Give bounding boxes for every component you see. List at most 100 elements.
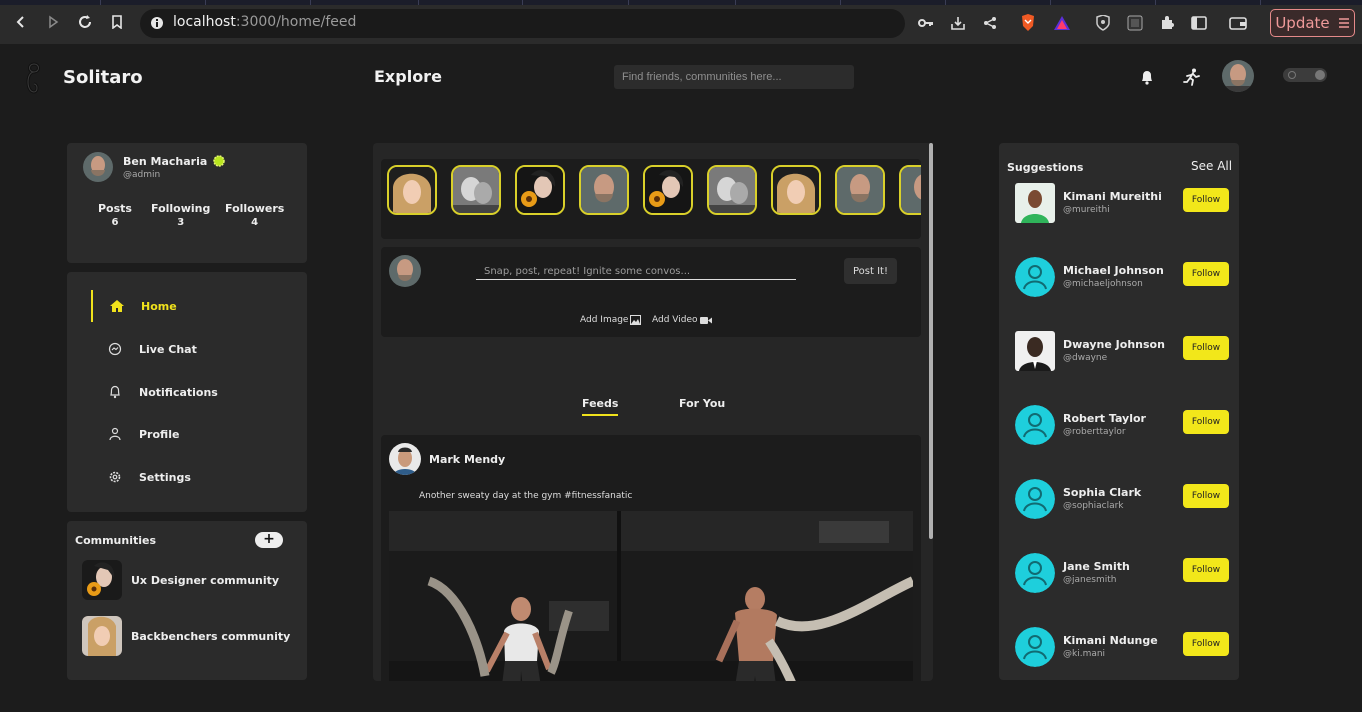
follow-button[interactable]: Follow bbox=[1183, 262, 1229, 286]
search-input[interactable] bbox=[614, 65, 854, 89]
extensions-icon[interactable] bbox=[1158, 14, 1176, 32]
story-item[interactable] bbox=[771, 165, 821, 215]
post-button[interactable]: Post It! bbox=[844, 258, 897, 284]
story-item[interactable] bbox=[451, 165, 501, 215]
default-avatar-icon[interactable] bbox=[1015, 479, 1055, 519]
suggestion-avatar[interactable] bbox=[1015, 331, 1055, 371]
story-item[interactable] bbox=[899, 165, 921, 215]
sidebar-item-profile[interactable]: Profile bbox=[91, 418, 291, 450]
reload-icon[interactable] bbox=[75, 12, 95, 32]
story-item[interactable] bbox=[643, 165, 693, 215]
forward-icon[interactable] bbox=[43, 12, 63, 32]
suggestion-name[interactable]: Jane Smith bbox=[1063, 560, 1130, 573]
composer-avatar bbox=[389, 255, 421, 287]
story-item[interactable] bbox=[835, 165, 885, 215]
logo-icon[interactable] bbox=[24, 62, 44, 94]
bell-icon bbox=[103, 385, 127, 399]
follow-button[interactable]: Follow bbox=[1183, 410, 1229, 434]
bookmark-icon[interactable] bbox=[107, 12, 127, 32]
see-all-link[interactable]: See All bbox=[1191, 159, 1232, 173]
tab-strip bbox=[0, 0, 1362, 5]
share-icon[interactable] bbox=[981, 14, 999, 32]
profile-name[interactable]: Ben Macharia bbox=[123, 155, 207, 168]
suggestion-name[interactable]: Kimani Mureithi bbox=[1063, 190, 1162, 203]
suggestion-item: Dwayne Johnson @dwayne Follow bbox=[1015, 331, 1229, 373]
toggle-off-indicator bbox=[1288, 71, 1296, 79]
post-author-avatar[interactable] bbox=[389, 443, 421, 475]
suggestion-item: Kimani Mureithi @mureithi Follow bbox=[1015, 183, 1229, 225]
sidebar-item-notifications[interactable]: Notifications bbox=[91, 376, 291, 408]
add-image-button[interactable]: Add Image bbox=[580, 315, 642, 325]
sidebar-toggle-icon[interactable] bbox=[1190, 14, 1208, 32]
tab-for-you[interactable]: For You bbox=[679, 397, 725, 410]
suggestion-item: Jane Smith @janesmith Follow bbox=[1015, 553, 1229, 595]
post-input[interactable] bbox=[476, 264, 796, 280]
default-avatar-icon[interactable] bbox=[1015, 405, 1055, 445]
community-item[interactable]: Backbenchers community bbox=[82, 616, 290, 656]
key-icon[interactable] bbox=[917, 14, 935, 32]
suggestion-name[interactable]: Dwayne Johnson bbox=[1063, 338, 1165, 351]
suggestion-handle: @dwayne bbox=[1063, 353, 1108, 363]
sidebar-item-live-chat[interactable]: Live Chat bbox=[91, 333, 291, 365]
post-image[interactable] bbox=[389, 511, 913, 681]
suggestion-avatar[interactable] bbox=[1015, 183, 1055, 223]
suggestion-name[interactable]: Kimani Ndunge bbox=[1063, 634, 1158, 647]
feed-panel: Post It! Add Image Add Video Feeds For Y… bbox=[373, 143, 933, 681]
community-name: Backbenchers community bbox=[131, 629, 291, 643]
rewards-icon[interactable] bbox=[1053, 14, 1071, 32]
suggestion-name[interactable]: Michael Johnson bbox=[1063, 264, 1164, 277]
bell-icon[interactable] bbox=[1136, 66, 1158, 88]
default-avatar-icon[interactable] bbox=[1015, 257, 1055, 297]
stat-label: Following bbox=[151, 202, 211, 215]
communities-card: Communities + Ux Designer community Back… bbox=[67, 521, 307, 680]
follow-button[interactable]: Follow bbox=[1183, 188, 1229, 212]
stat-value: 4 bbox=[251, 217, 259, 228]
back-icon[interactable] bbox=[11, 12, 31, 32]
messenger-icon bbox=[103, 342, 127, 356]
follow-button[interactable]: Follow bbox=[1183, 632, 1229, 656]
vpn-shield-icon[interactable] bbox=[1094, 14, 1112, 32]
site-info-icon[interactable] bbox=[148, 14, 166, 32]
menu-icon bbox=[1338, 18, 1349, 28]
story-item[interactable] bbox=[515, 165, 565, 215]
user-avatar[interactable] bbox=[1222, 60, 1254, 92]
suggestion-item: Robert Taylor @roberttaylor Follow bbox=[1015, 405, 1229, 447]
url-text[interactable]: localhost:3000/home/feed bbox=[173, 14, 356, 30]
stat-followers[interactable]: Followers 4 bbox=[225, 202, 284, 228]
story-item[interactable] bbox=[707, 165, 757, 215]
follow-button[interactable]: Follow bbox=[1183, 484, 1229, 508]
community-item[interactable]: Ux Designer community bbox=[82, 560, 279, 600]
sidebar-item-label: Notifications bbox=[139, 385, 218, 399]
suggestion-name[interactable]: Sophia Clark bbox=[1063, 486, 1141, 499]
sidebar-ext-icon[interactable] bbox=[1126, 14, 1144, 32]
story-item[interactable] bbox=[387, 165, 437, 215]
wallet-icon[interactable] bbox=[1229, 14, 1247, 32]
sidebar-item-settings[interactable]: Settings bbox=[91, 461, 291, 493]
tab-feeds[interactable]: Feeds bbox=[582, 397, 619, 416]
follow-button[interactable]: Follow bbox=[1183, 336, 1229, 360]
post-author-name[interactable]: Mark Mendy bbox=[429, 453, 505, 466]
update-button[interactable]: Update bbox=[1270, 9, 1355, 37]
verified-badge-icon bbox=[213, 155, 225, 167]
page-title: Explore bbox=[374, 67, 442, 86]
follow-button[interactable]: Follow bbox=[1183, 558, 1229, 582]
brave-shield-icon[interactable] bbox=[1019, 14, 1037, 32]
default-avatar-icon[interactable] bbox=[1015, 627, 1055, 667]
theme-toggle[interactable] bbox=[1283, 68, 1327, 82]
feed-scrollbar[interactable] bbox=[929, 143, 933, 539]
video-icon bbox=[699, 316, 712, 324]
add-video-button[interactable]: Add Video bbox=[652, 315, 712, 325]
brand-name[interactable]: Solitaro bbox=[63, 67, 143, 88]
stat-posts[interactable]: Posts 6 bbox=[98, 202, 132, 228]
profile-avatar[interactable] bbox=[83, 152, 113, 182]
sidebar-nav: Home Live Chat Notifications Profile Set… bbox=[67, 272, 307, 512]
stat-following[interactable]: Following 3 bbox=[151, 202, 210, 228]
default-avatar-icon[interactable] bbox=[1015, 553, 1055, 593]
story-item[interactable] bbox=[579, 165, 629, 215]
sidebar-item-label: Settings bbox=[139, 470, 191, 484]
add-community-button[interactable]: + bbox=[255, 532, 283, 548]
sidebar-item-home[interactable]: Home bbox=[91, 290, 291, 322]
running-icon[interactable] bbox=[1181, 66, 1203, 88]
suggestion-name[interactable]: Robert Taylor bbox=[1063, 412, 1146, 425]
install-icon[interactable] bbox=[949, 14, 967, 32]
